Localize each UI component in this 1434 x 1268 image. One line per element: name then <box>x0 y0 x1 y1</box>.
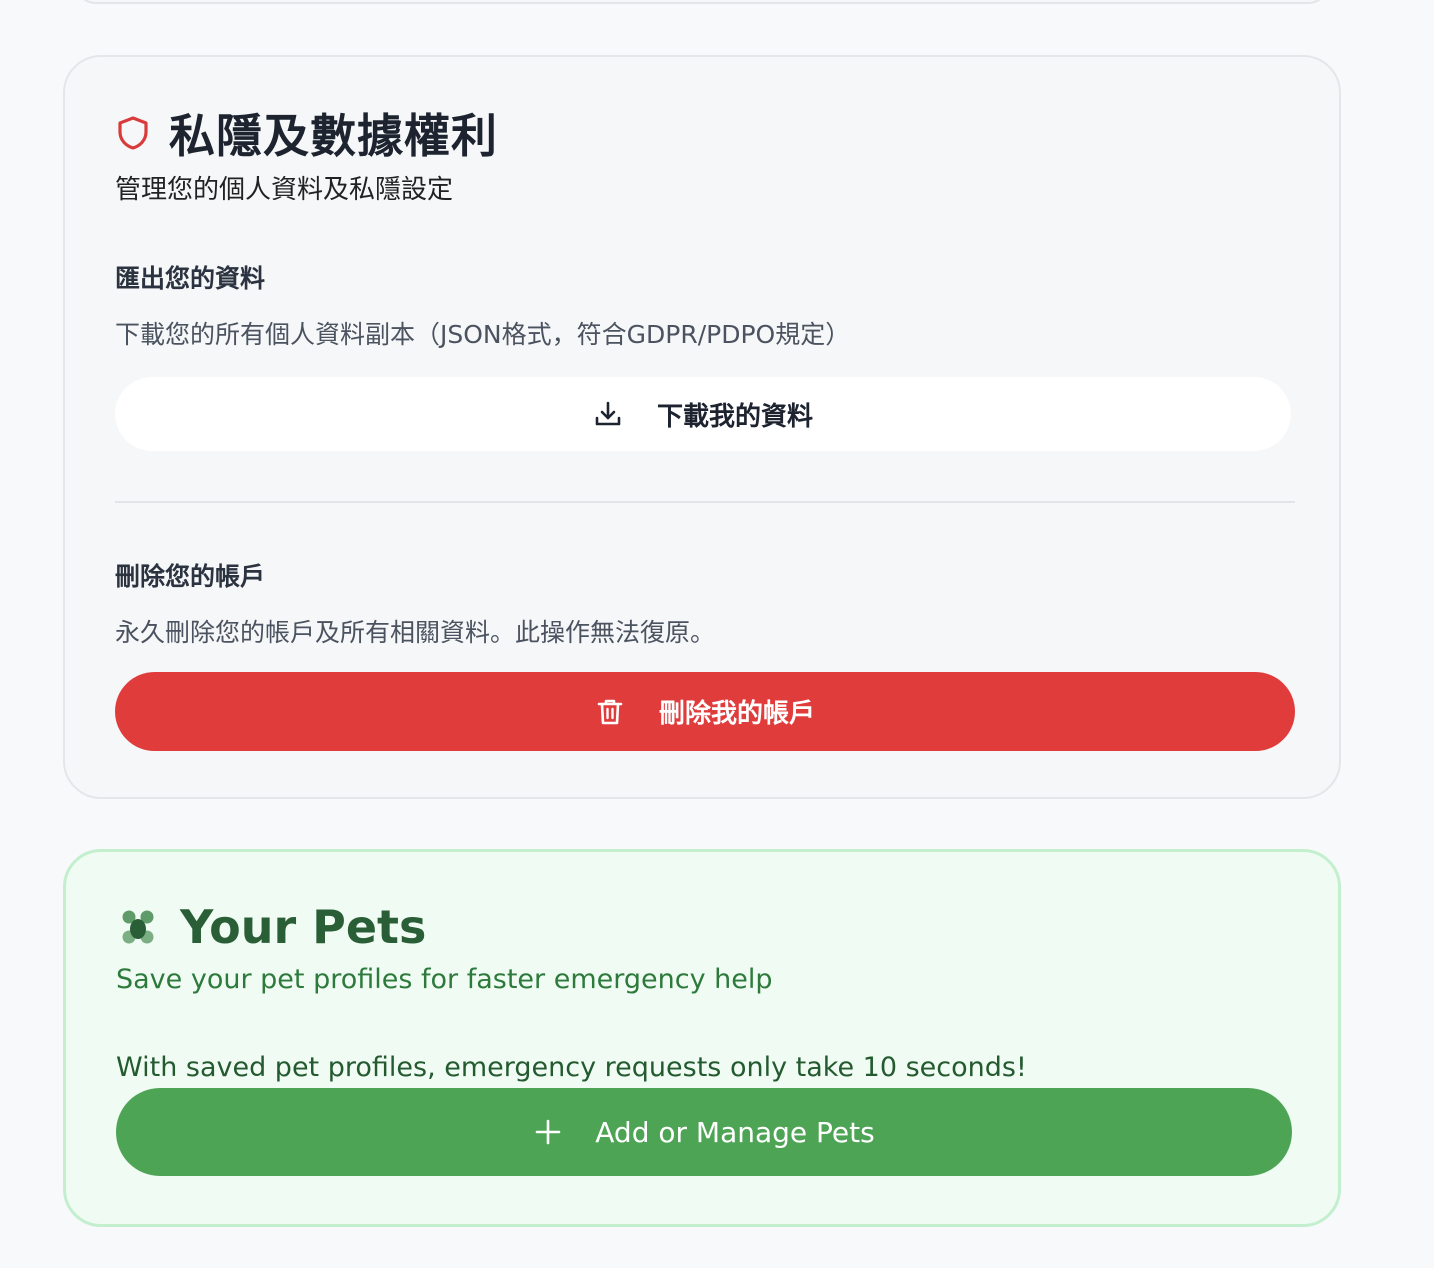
privacy-subtitle: 管理您的個人資料及私隱設定 <box>115 175 454 205</box>
download-icon <box>593 399 623 429</box>
privacy-header: 私隱及數據權利 <box>115 103 498 163</box>
previous-card <box>74 0 1330 4</box>
add-manage-pets-label: Add or Manage Pets <box>595 1115 875 1149</box>
delete-account-label: 刪除我的帳戶 <box>658 699 815 729</box>
privacy-card: 私隱及數據權利 管理您的個人資料及私隱設定 匯出您的資料 下載您的所有個人資料副… <box>63 55 1341 799</box>
download-data-label: 下載我的資料 <box>656 401 813 432</box>
trash-icon <box>595 697 625 727</box>
export-heading: 匯出您的資料 <box>115 264 266 293</box>
delete-heading: 刪除您的帳戶 <box>115 562 266 591</box>
privacy-title: 私隱及數據權利 <box>169 109 498 163</box>
paw-icon <box>118 907 158 947</box>
shield-icon <box>115 115 151 151</box>
pets-header: Your Pets <box>118 897 426 957</box>
page: 私隱及數據權利 管理您的個人資料及私隱設定 匯出您的資料 下載您的所有個人資料副… <box>0 0 1434 1268</box>
pets-info: With saved pet profiles, emergency reque… <box>116 1052 1027 1083</box>
export-description: 下載您的所有個人資料副本（JSON格式，符合GDPR/PDPO規定） <box>115 320 851 349</box>
delete-description: 永久刪除您的帳戶及所有相關資料。此操作無法復原。 <box>115 618 716 647</box>
section-divider <box>115 501 1295 503</box>
pets-card: Your Pets Save your pet profiles for fas… <box>63 849 1341 1227</box>
pets-subtitle: Save your pet profiles for faster emerge… <box>116 964 773 995</box>
download-data-button[interactable]: 下載我的資料 <box>115 377 1291 451</box>
pets-title: Your Pets <box>180 900 427 954</box>
delete-account-button[interactable]: 刪除我的帳戶 <box>115 672 1295 751</box>
plus-icon <box>533 1117 563 1147</box>
add-manage-pets-button[interactable]: Add or Manage Pets <box>116 1088 1292 1176</box>
